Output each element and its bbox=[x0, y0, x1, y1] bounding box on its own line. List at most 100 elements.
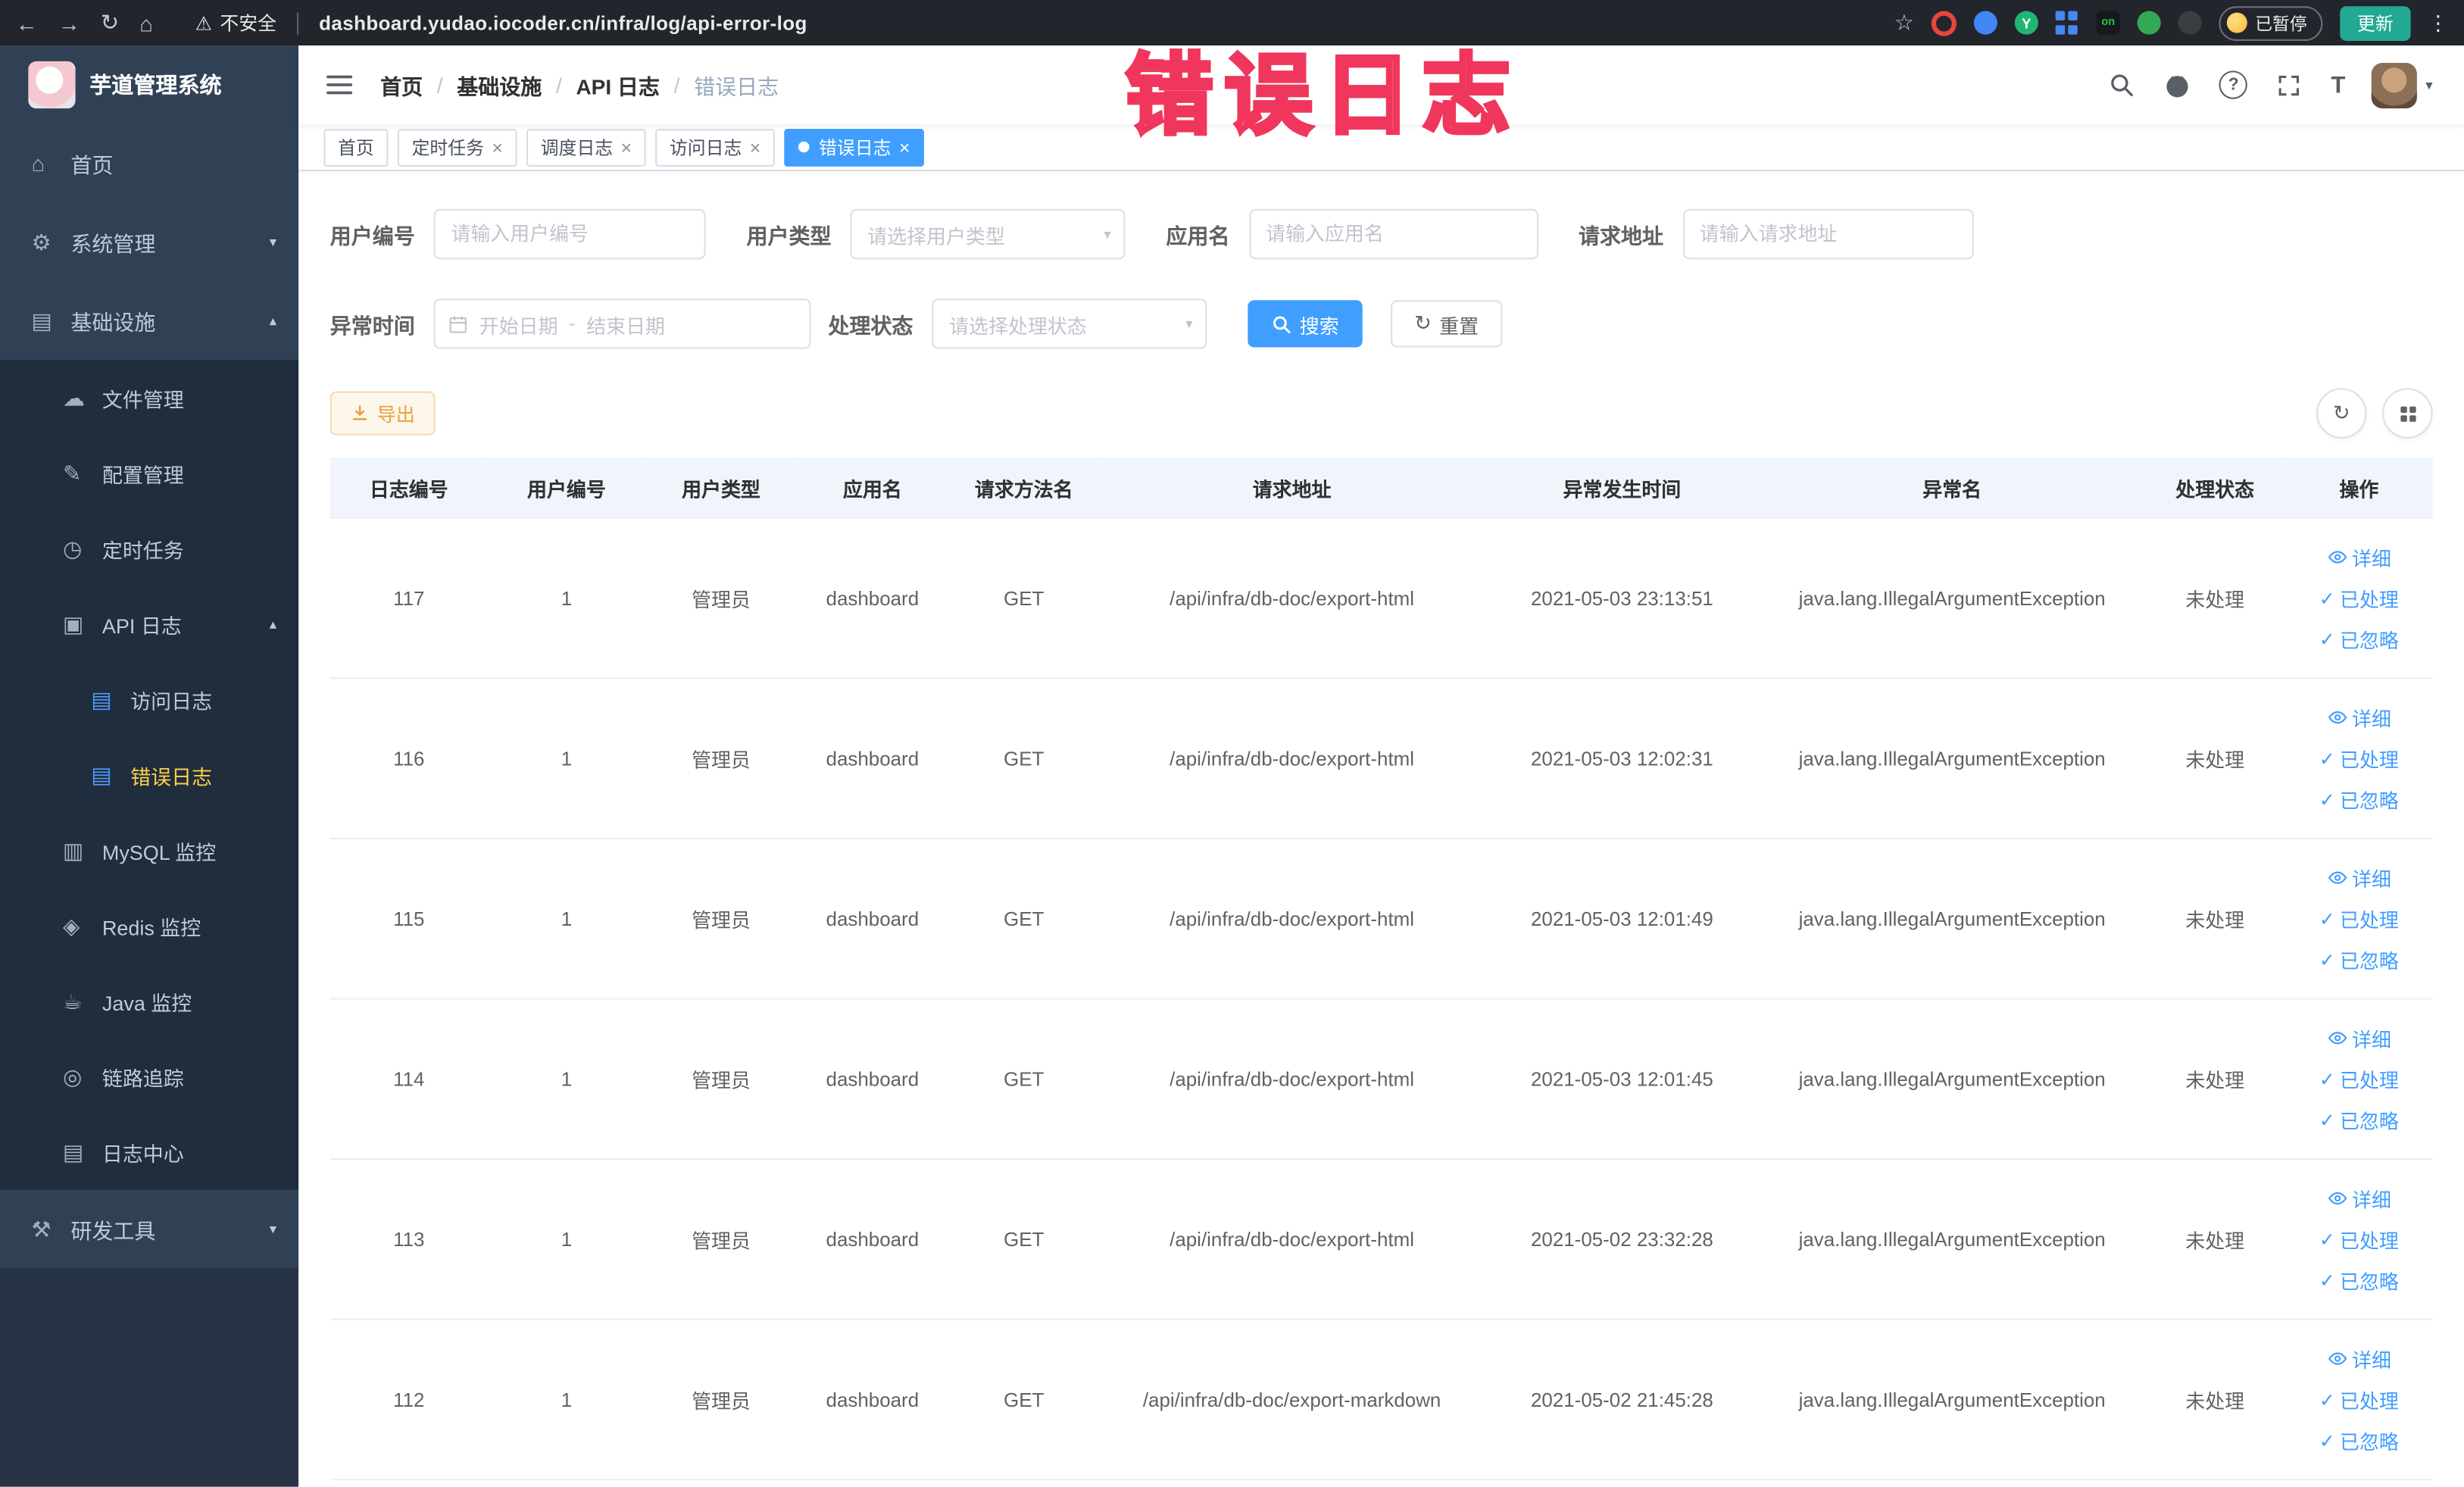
tab-scheduled-tasks[interactable]: 定时任务 × bbox=[397, 128, 517, 166]
cell-exception-name: java.lang.IllegalArgumentException bbox=[1760, 1319, 2145, 1481]
exception-time-range-picker[interactable]: 开始日期 - 结束日期 bbox=[433, 298, 811, 349]
action-label: 详细 bbox=[2352, 1189, 2391, 1212]
mark-ignored-link[interactable]: ✓ 已忽略 bbox=[2319, 624, 2399, 654]
detail-link[interactable]: 详细 bbox=[2327, 542, 2391, 572]
close-icon[interactable]: × bbox=[492, 138, 503, 157]
help-icon[interactable]: ? bbox=[2219, 70, 2248, 99]
sidebar-item-dev-tools[interactable]: ⚒ 研发工具 ▾ bbox=[0, 1190, 298, 1269]
back-icon[interactable]: ← bbox=[16, 10, 38, 35]
sidebar-item-infra[interactable]: ▤ 基础设施 ▴ bbox=[0, 281, 298, 360]
fullscreen-icon[interactable] bbox=[2275, 70, 2304, 99]
tab-label: 访问日志 bbox=[669, 139, 742, 158]
mark-processed-link[interactable]: ✓ 已处理 bbox=[2319, 583, 2399, 613]
sidebar-item-api-log[interactable]: ▣ API 日志 ▴ bbox=[0, 586, 298, 662]
breadcrumb-infra[interactable]: 基础设施 bbox=[457, 69, 542, 100]
breadcrumb-home[interactable]: 首页 bbox=[380, 69, 423, 100]
detail-link[interactable]: 详细 bbox=[2327, 863, 2391, 892]
mark-ignored-link[interactable]: ✓ 已忽略 bbox=[2319, 1426, 2399, 1455]
mark-processed-link[interactable]: ✓ 已处理 bbox=[2319, 1385, 2399, 1414]
java-icon: ☕ bbox=[62, 987, 83, 1014]
sidebar-item-mysql-monitor[interactable]: ▥ MySQL 监控 bbox=[0, 813, 298, 889]
extension-paw-icon[interactable] bbox=[2178, 11, 2202, 35]
extension-grid-icon[interactable] bbox=[2055, 11, 2079, 35]
sidebar-item-label: 基础设施 bbox=[70, 311, 156, 335]
clock-icon: ◷ bbox=[62, 535, 83, 561]
mark-processed-link[interactable]: ✓ 已处理 bbox=[2319, 1064, 2399, 1094]
user-id-input[interactable] bbox=[433, 208, 706, 260]
tab-schedule-log[interactable]: 调度日志 × bbox=[526, 128, 646, 166]
sidebar-item-system[interactable]: ⚙ 系统管理 ▾ bbox=[0, 203, 298, 282]
mark-ignored-link[interactable]: ✓ 已忽略 bbox=[2319, 1105, 2399, 1135]
tab-home[interactable]: 首页 bbox=[323, 128, 389, 166]
extension-red-icon[interactable] bbox=[1931, 10, 1957, 36]
sidebar-item-access-log[interactable]: ▤ 访问日志 bbox=[0, 661, 298, 737]
mark-processed-link[interactable]: ✓ 已处理 bbox=[2319, 743, 2399, 773]
user-menu[interactable]: ▾ bbox=[2372, 61, 2433, 108]
document-icon: ▤ bbox=[91, 761, 112, 787]
tab-label: 调度日志 bbox=[540, 139, 614, 158]
select-placeholder: 请选择用户类型 bbox=[867, 225, 1005, 248]
process-status-select[interactable]: 请选择处理状态 ▾ bbox=[932, 298, 1207, 349]
mark-ignored-link[interactable]: ✓ 已忽略 bbox=[2319, 945, 2399, 974]
sidebar-item-log-center[interactable]: ▤ 日志中心 bbox=[0, 1114, 298, 1190]
sidebar-item-tracing[interactable]: ◎ 链路追踪 bbox=[0, 1039, 298, 1114]
mark-processed-link[interactable]: ✓ 已处理 bbox=[2319, 1224, 2399, 1254]
sidebar-item-config-mgmt[interactable]: ✎ 配置管理 bbox=[0, 436, 298, 511]
close-icon[interactable]: × bbox=[621, 138, 632, 157]
hamburger-icon[interactable] bbox=[323, 69, 354, 100]
sidebar-item-error-log[interactable]: ▤ 错误日志 bbox=[0, 737, 298, 813]
tab-access-log[interactable]: 访问日志 × bbox=[655, 128, 775, 166]
sidebar-item-java-monitor[interactable]: ☕ Java 监控 bbox=[0, 964, 298, 1039]
mark-processed-link[interactable]: ✓ 已处理 bbox=[2319, 904, 2399, 933]
breadcrumb-api-log[interactable]: API 日志 bbox=[576, 69, 660, 100]
check-icon: ✓ bbox=[2319, 908, 2335, 930]
table-row: 112 1 管理员 dashboard GET /api/infra/db-do… bbox=[329, 1319, 2433, 1481]
sidebar-item-label: 文件管理 bbox=[101, 387, 184, 411]
font-size-icon[interactable]: T bbox=[2331, 71, 2345, 98]
reload-icon[interactable]: ↻ bbox=[101, 9, 119, 36]
mark-ignored-link[interactable]: ✓ 已忽略 bbox=[2319, 1265, 2399, 1295]
security-indicator[interactable]: ⚠ 不安全 bbox=[195, 9, 276, 36]
bookmark-star-icon[interactable]: ☆ bbox=[1894, 9, 1914, 36]
forward-icon[interactable]: → bbox=[58, 10, 80, 35]
extension-green-icon[interactable] bbox=[2137, 11, 2161, 35]
extension-blue-icon[interactable] bbox=[1973, 11, 1997, 35]
app-name-input[interactable] bbox=[1248, 208, 1538, 260]
reset-button[interactable]: ↻ 重置 bbox=[1391, 300, 1503, 348]
start-date-placeholder: 开始日期 bbox=[479, 314, 558, 338]
user-type-select[interactable]: 请选择用户类型 ▾ bbox=[850, 208, 1126, 260]
address-bar[interactable]: dashboard.yudao.iocoder.cn/infra/log/api… bbox=[319, 12, 807, 34]
detail-link[interactable]: 详细 bbox=[2327, 702, 2391, 732]
detail-link[interactable]: 详细 bbox=[2327, 1183, 2391, 1213]
extension-on-icon[interactable]: on bbox=[2096, 11, 2120, 35]
search-icon[interactable] bbox=[2106, 70, 2136, 99]
detail-link[interactable]: 详细 bbox=[2327, 1023, 2391, 1053]
request-url-input[interactable] bbox=[1682, 208, 1973, 260]
sidebar-item-redis-monitor[interactable]: ◈ Redis 监控 bbox=[0, 888, 298, 964]
action-label: 已处理 bbox=[2340, 589, 2399, 612]
browser-home-icon[interactable]: ⌂ bbox=[139, 10, 153, 35]
extension-y-icon[interactable]: Y bbox=[2014, 11, 2038, 35]
app-logo[interactable]: 芋道管理系统 bbox=[0, 45, 298, 124]
browser-menu-icon[interactable]: ⋮ bbox=[2428, 10, 2448, 35]
github-icon[interactable] bbox=[2163, 70, 2192, 99]
end-date-placeholder: 结束日期 bbox=[586, 314, 666, 338]
table-row: 116 1 管理员 dashboard GET /api/infra/db-do… bbox=[329, 678, 2433, 839]
detail-link[interactable]: 详细 bbox=[2327, 1344, 2391, 1373]
sidebar-item-home[interactable]: ⌂ 首页 bbox=[0, 124, 298, 203]
sidebar-item-scheduled-tasks[interactable]: ◷ 定时任务 bbox=[0, 511, 298, 586]
close-icon[interactable]: × bbox=[750, 138, 761, 157]
close-icon[interactable]: × bbox=[899, 138, 910, 157]
column-settings-button[interactable] bbox=[2382, 388, 2433, 439]
refresh-table-button[interactable]: ↻ bbox=[2316, 388, 2367, 439]
search-button[interactable]: 搜索 bbox=[1248, 300, 1363, 348]
update-button[interactable]: 更新 bbox=[2340, 5, 2411, 40]
warning-icon: ⚠ bbox=[195, 11, 213, 34]
export-button[interactable]: 导出 bbox=[329, 391, 436, 436]
sidebar-item-label: 研发工具 bbox=[70, 1219, 156, 1244]
sidebar-item-file-mgmt[interactable]: ☁ 文件管理 bbox=[0, 360, 298, 436]
tab-error-log[interactable]: 错误日志 × bbox=[784, 128, 925, 166]
mark-ignored-link[interactable]: ✓ 已忽略 bbox=[2319, 784, 2399, 814]
paused-badge[interactable]: 已暂停 bbox=[2219, 5, 2323, 40]
eye-icon bbox=[2328, 551, 2347, 564]
